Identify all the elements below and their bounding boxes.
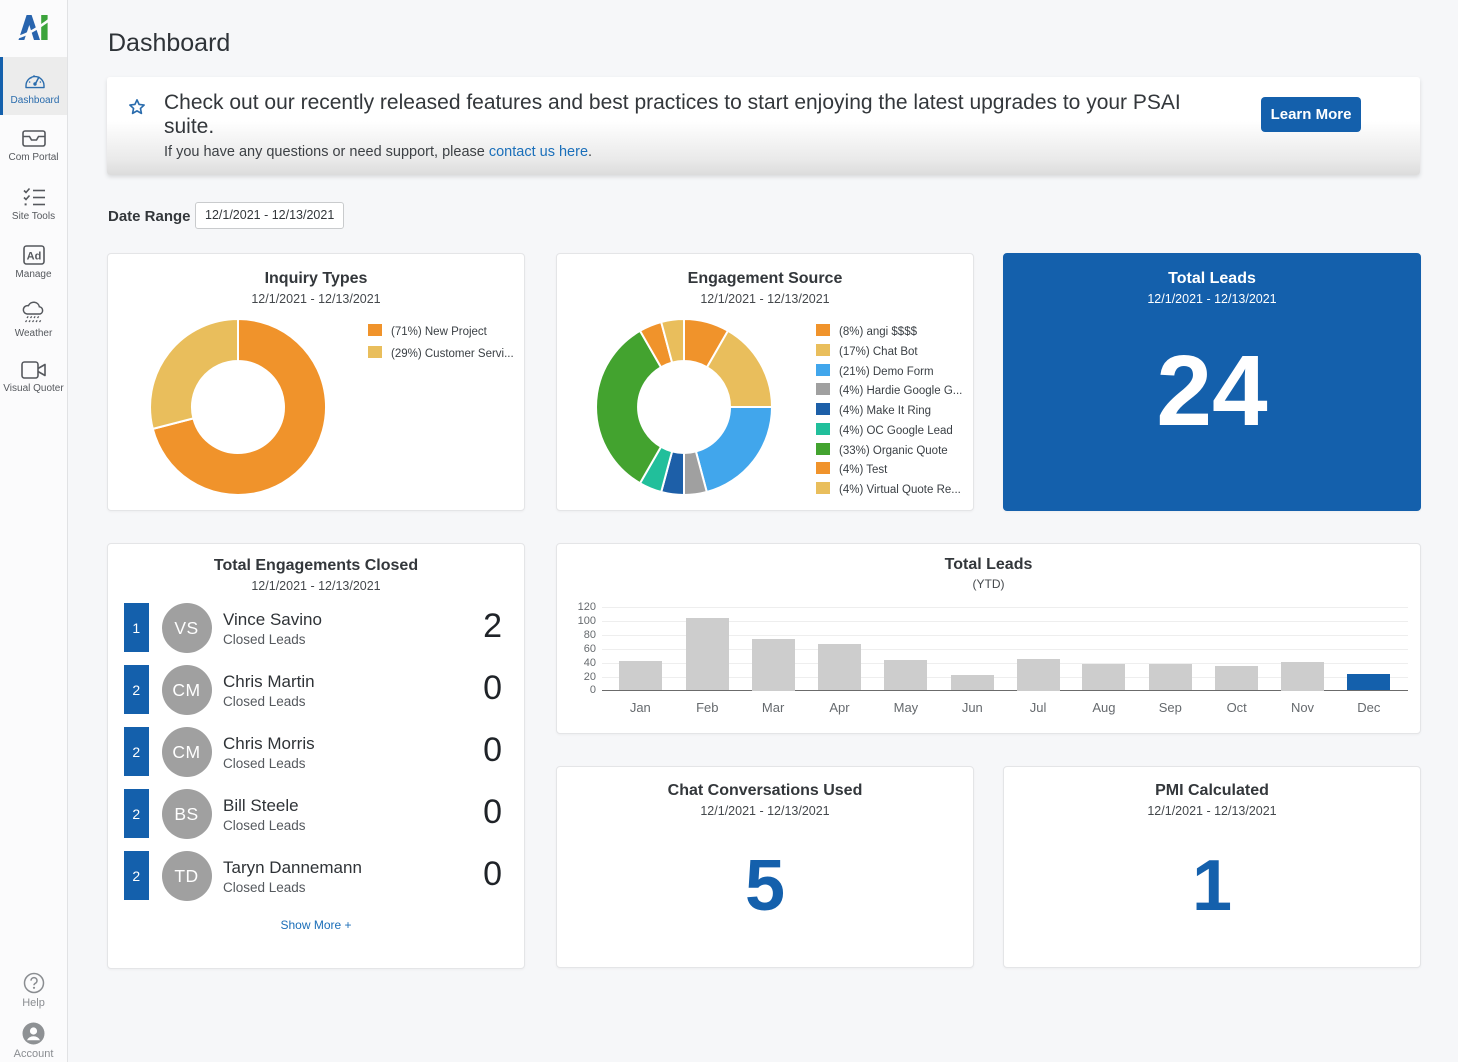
svg-text:Ad: Ad [26,251,41,263]
